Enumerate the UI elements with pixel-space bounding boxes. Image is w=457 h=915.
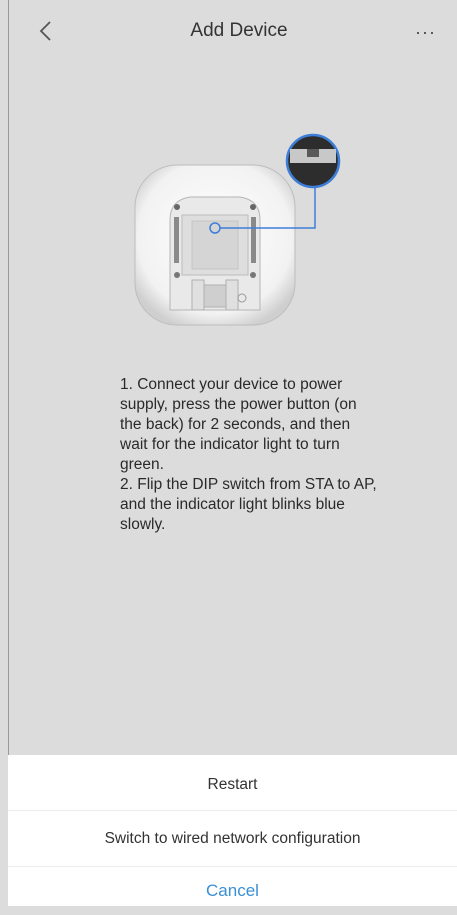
nav-header: Add Device ··· <box>0 0 457 62</box>
add-device-screen: Add Device ··· 1. Connect your device to… <box>0 0 457 906</box>
more-button[interactable]: ··· <box>409 14 445 50</box>
instruction-step-2: 2. Flip the DIP switch from STA to AP, a… <box>120 476 377 533</box>
restart-button[interactable]: Restart <box>8 755 457 811</box>
switch-wired-config-button[interactable]: Switch to wired network configuration <box>8 811 457 867</box>
action-sheet: Restart Switch to wired network configur… <box>8 755 457 906</box>
device-illustration <box>130 125 350 335</box>
instructions-text: 1. Connect your device to power supply, … <box>120 375 380 535</box>
cancel-button[interactable]: Cancel <box>8 867 457 906</box>
page-title: Add Device <box>190 20 288 41</box>
hub-device-back-panel <box>134 133 341 326</box>
instruction-step-1: 1. Connect your device to power supply, … <box>120 376 357 473</box>
more-horizontal-icon: ··· <box>415 22 436 42</box>
